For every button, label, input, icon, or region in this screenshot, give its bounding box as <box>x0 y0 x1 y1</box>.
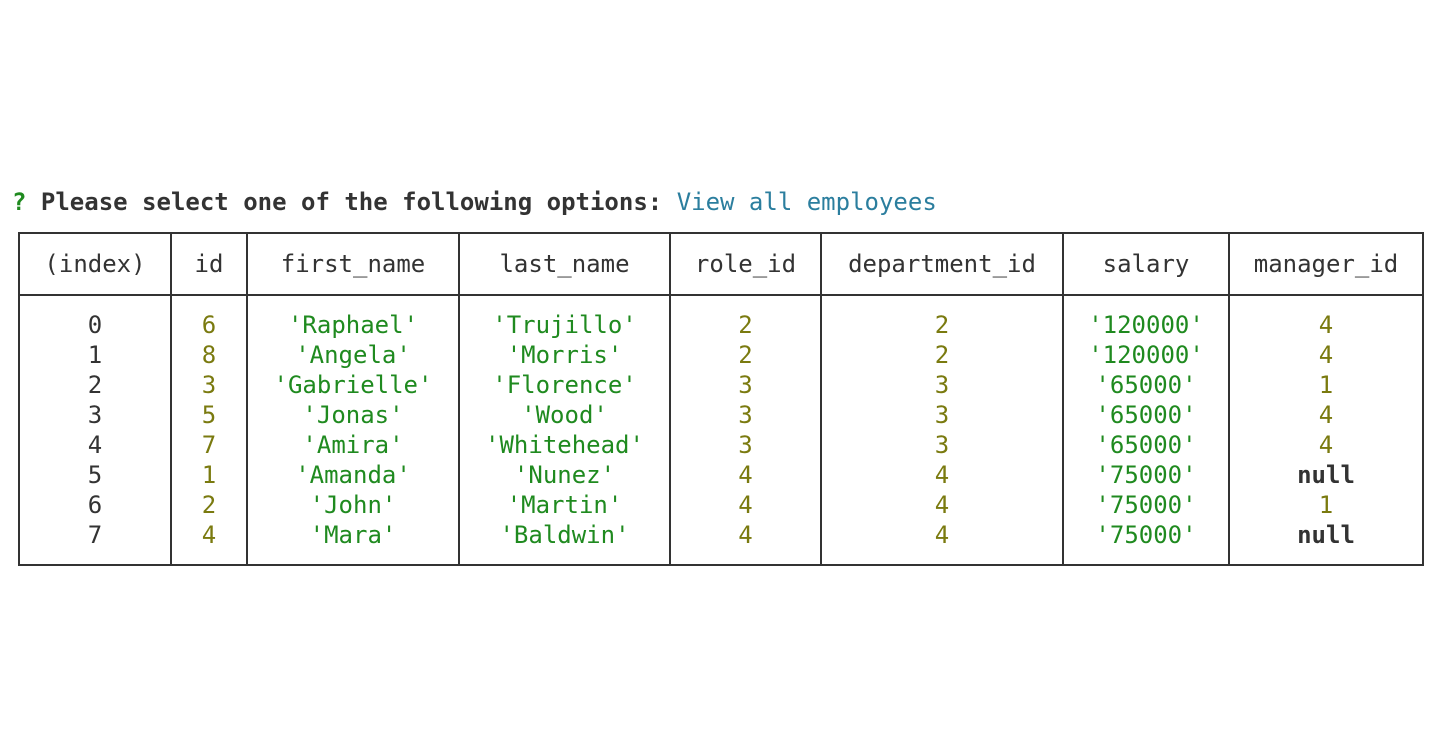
table-cell: 'Raphael' <box>287 311 419 339</box>
table-cell: 1 <box>1318 491 1334 519</box>
table-cell: 'Whitehead' <box>485 431 644 459</box>
column-cells-id: 68357124 <box>172 310 246 550</box>
column-first-name: first_name 'Raphael' 'Angela' 'Gabrielle' 'J… <box>246 234 458 564</box>
terminal-prompt-line: ? Please select one of the following opt… <box>12 184 937 220</box>
column-last-name: last_name 'Trujillo' 'Morris' 'Florence' 'Wo… <box>458 234 669 564</box>
table-cell: 4 <box>1318 311 1334 339</box>
table-cell: '120000' <box>1088 311 1204 339</box>
table-cell: 2 <box>934 341 950 369</box>
column-header-role-id: role_id <box>694 250 797 278</box>
question-mark-icon: ? <box>12 188 27 216</box>
table-cell: 1 <box>1318 371 1334 399</box>
column-index: (index) 0 1 2 3 4 5 6 7 <box>20 234 170 564</box>
table-cell: 5 <box>87 461 103 489</box>
column-header-manager-id: manager_id <box>1253 250 1399 278</box>
column-manager-id: manager_id 4 4 1 4 4 null 1 null <box>1228 234 1422 564</box>
column-cells-last-name: 'Trujillo' 'Morris' 'Florence' 'Wood' 'White… <box>460 310 669 550</box>
table-cell: 'Amira' <box>302 431 404 459</box>
table-cell: 4 <box>738 461 753 489</box>
table-cell: 4 <box>1318 341 1334 369</box>
table-cell: '75000' <box>1095 491 1197 519</box>
column-header-salary: salary <box>1102 250 1190 278</box>
column-header-id: id <box>194 250 224 278</box>
column-salary: salary '120000' '120000' '65000' '65000' '650… <box>1062 234 1228 564</box>
table-cell: null <box>1297 521 1355 549</box>
table-cell: 'John' <box>309 491 397 519</box>
table-cell: 3 <box>934 401 950 429</box>
table-cell: 6 <box>201 311 217 339</box>
table-cell: 4 <box>1318 431 1334 459</box>
table-cell: null <box>1297 461 1355 489</box>
table-cell: 1 <box>201 461 217 489</box>
table-cell: 4 <box>738 521 753 549</box>
table-cell: 'Trujillo' <box>492 311 637 339</box>
table-cell: 3 <box>87 401 103 429</box>
table-cell: '75000' <box>1095 521 1197 549</box>
table-cell: 1 <box>87 341 103 369</box>
prompt-question: Please select one of the following optio… <box>40 188 663 216</box>
table-cell: 'Martin' <box>506 491 623 519</box>
table-cell: '120000' <box>1088 341 1204 369</box>
column-header-department-id: department_id <box>848 250 1036 278</box>
table-cell: 'Jonas' <box>302 401 404 429</box>
table-cell: 'Baldwin' <box>499 521 630 549</box>
table-cell: 3 <box>738 401 753 429</box>
column-role-id: role_id 2 2 3 3 3 4 4 4 <box>669 234 820 564</box>
column-department-id: department_id 2 2 3 3 3 4 4 4 <box>820 234 1062 564</box>
column-cells-role-id: 22333444 <box>671 310 820 550</box>
table-cell: 'Angela' <box>295 341 411 369</box>
column-id: id 6 8 3 5 7 1 2 4 <box>170 234 246 564</box>
prompt-answer: View all employees <box>676 188 937 216</box>
table-cell: 'Wood' <box>521 401 608 429</box>
table-cell: 3 <box>934 371 950 399</box>
table-cell: 4 <box>934 491 950 519</box>
table-cell: 'Morris' <box>506 341 623 369</box>
table-cell: 4 <box>201 521 217 549</box>
table-cell: 3 <box>738 371 753 399</box>
table-cell: '65000' <box>1095 401 1197 429</box>
table-cell: 2 <box>934 311 950 339</box>
column-cells-first-name: 'Raphael' 'Angela' 'Gabrielle' 'Jonas' 'Amir… <box>248 310 458 550</box>
column-cells-salary: '120000' '120000' '65000' '65000' '65000' '75… <box>1064 310 1228 550</box>
table-cell: 2 <box>87 371 103 399</box>
table-cell: 4 <box>1318 401 1334 429</box>
table-cell: 'Gabrielle' <box>273 371 433 399</box>
column-cells-index: 01234567 <box>20 310 170 550</box>
table-cell: 4 <box>934 461 950 489</box>
table-cell: 3 <box>934 431 950 459</box>
table-cell: 4 <box>738 491 753 519</box>
table-cell: 4 <box>87 431 103 459</box>
table-cell: 7 <box>201 431 217 459</box>
table-cell: 4 <box>934 521 950 549</box>
table-cell: 2 <box>738 341 753 369</box>
table-cell: 3 <box>738 431 753 459</box>
column-header-index: (index) <box>44 250 146 278</box>
column-cells-manager-id: 4 4 1 4 4 null 1 null <box>1230 310 1422 550</box>
table-cell: 5 <box>201 401 217 429</box>
table-cell: '65000' <box>1095 371 1197 399</box>
table-cell: 0 <box>87 311 103 339</box>
column-header-first-name: first_name <box>280 250 426 278</box>
table-cell: 2 <box>201 491 217 519</box>
column-header-last-name: last_name <box>499 250 630 278</box>
table-cell: 3 <box>201 371 217 399</box>
employees-table: (index) 0 1 2 3 4 5 6 7 id 6 8 3 5 7 1 2 4 first_name 'Raph… <box>18 232 1424 566</box>
table-cell: '75000' <box>1095 461 1197 489</box>
table-cell: 6 <box>87 491 103 519</box>
table-cell: 'Mara' <box>309 521 397 549</box>
table-cell: 'Nunez' <box>513 461 616 489</box>
table-cell: 'Florence' <box>492 371 637 399</box>
table-cell: 7 <box>87 521 103 549</box>
table-cell: 8 <box>201 341 217 369</box>
table-cell: 2 <box>738 311 753 339</box>
table-cell: 'Amanda' <box>295 461 411 489</box>
column-cells-department-id: 22333444 <box>822 310 1062 550</box>
table-cell: '65000' <box>1095 431 1197 459</box>
